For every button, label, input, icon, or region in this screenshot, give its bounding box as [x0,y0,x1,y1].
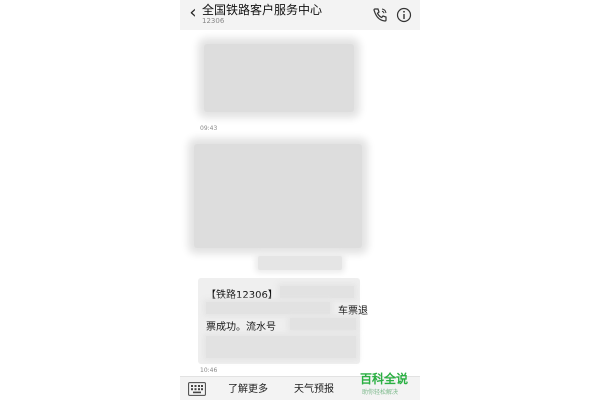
message-text: 【铁路12306】 [206,290,278,301]
contact-number: 12306 [202,17,225,25]
blurred-message-bubble [194,144,362,248]
sms-screen: ‹ 全国铁路客户服务中心 12306 09:43 【铁路12306】 车票退 票… [180,0,420,400]
message-text: 车票退 [338,306,368,317]
menu-learn-more[interactable]: 了解更多 [228,380,268,395]
conversation-header: ‹ 全国铁路客户服务中心 12306 [180,0,420,30]
blurred-text [206,336,356,358]
keyboard-icon[interactable] [188,382,206,396]
message-bubble[interactable]: 【铁路12306】 车票退 票成功。流水号 [198,278,368,364]
menu-weather-forecast[interactable]: 天气预报 [294,380,334,395]
message-time: 10:46 [200,367,218,374]
chevron-left-icon[interactable]: ‹ [186,2,200,24]
blurred-text [290,318,356,330]
blurred-text [206,302,330,314]
blurred-timestamp [258,256,342,270]
blurred-message-bubble [204,44,354,112]
message-time: 09:43 [200,125,218,132]
message-text: 票成功。流水号 [206,322,276,333]
info-icon[interactable] [396,7,412,23]
message-list[interactable]: 09:43 【铁路12306】 车票退 票成功。流水号 10:46 [180,30,420,378]
contact-name: 全国铁路客户服务中心 [202,3,323,17]
watermark-tagline: 助你轻松解决 [362,389,399,396]
watermark-logo: 百科全说 [360,372,409,386]
phone-icon[interactable] [372,7,388,23]
blurred-text [280,286,354,298]
